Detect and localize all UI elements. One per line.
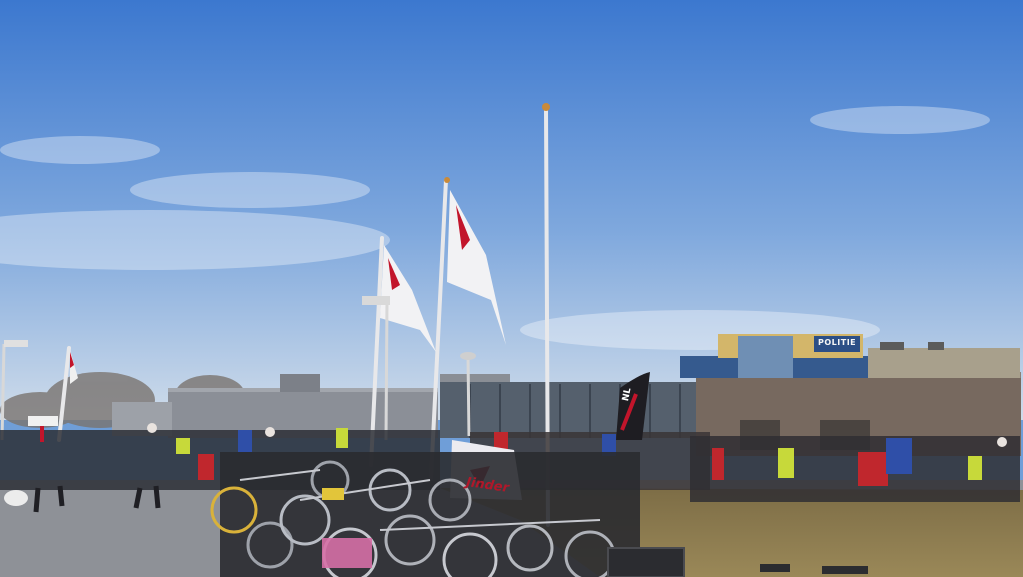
glass-building bbox=[440, 382, 700, 438]
scene-drawing bbox=[0, 0, 1023, 577]
bicycles bbox=[210, 452, 640, 577]
road-sign bbox=[28, 416, 58, 426]
police-sign: POLITIE bbox=[818, 338, 857, 347]
photo-scene: POLITIE Jinder NL bbox=[0, 0, 1023, 577]
